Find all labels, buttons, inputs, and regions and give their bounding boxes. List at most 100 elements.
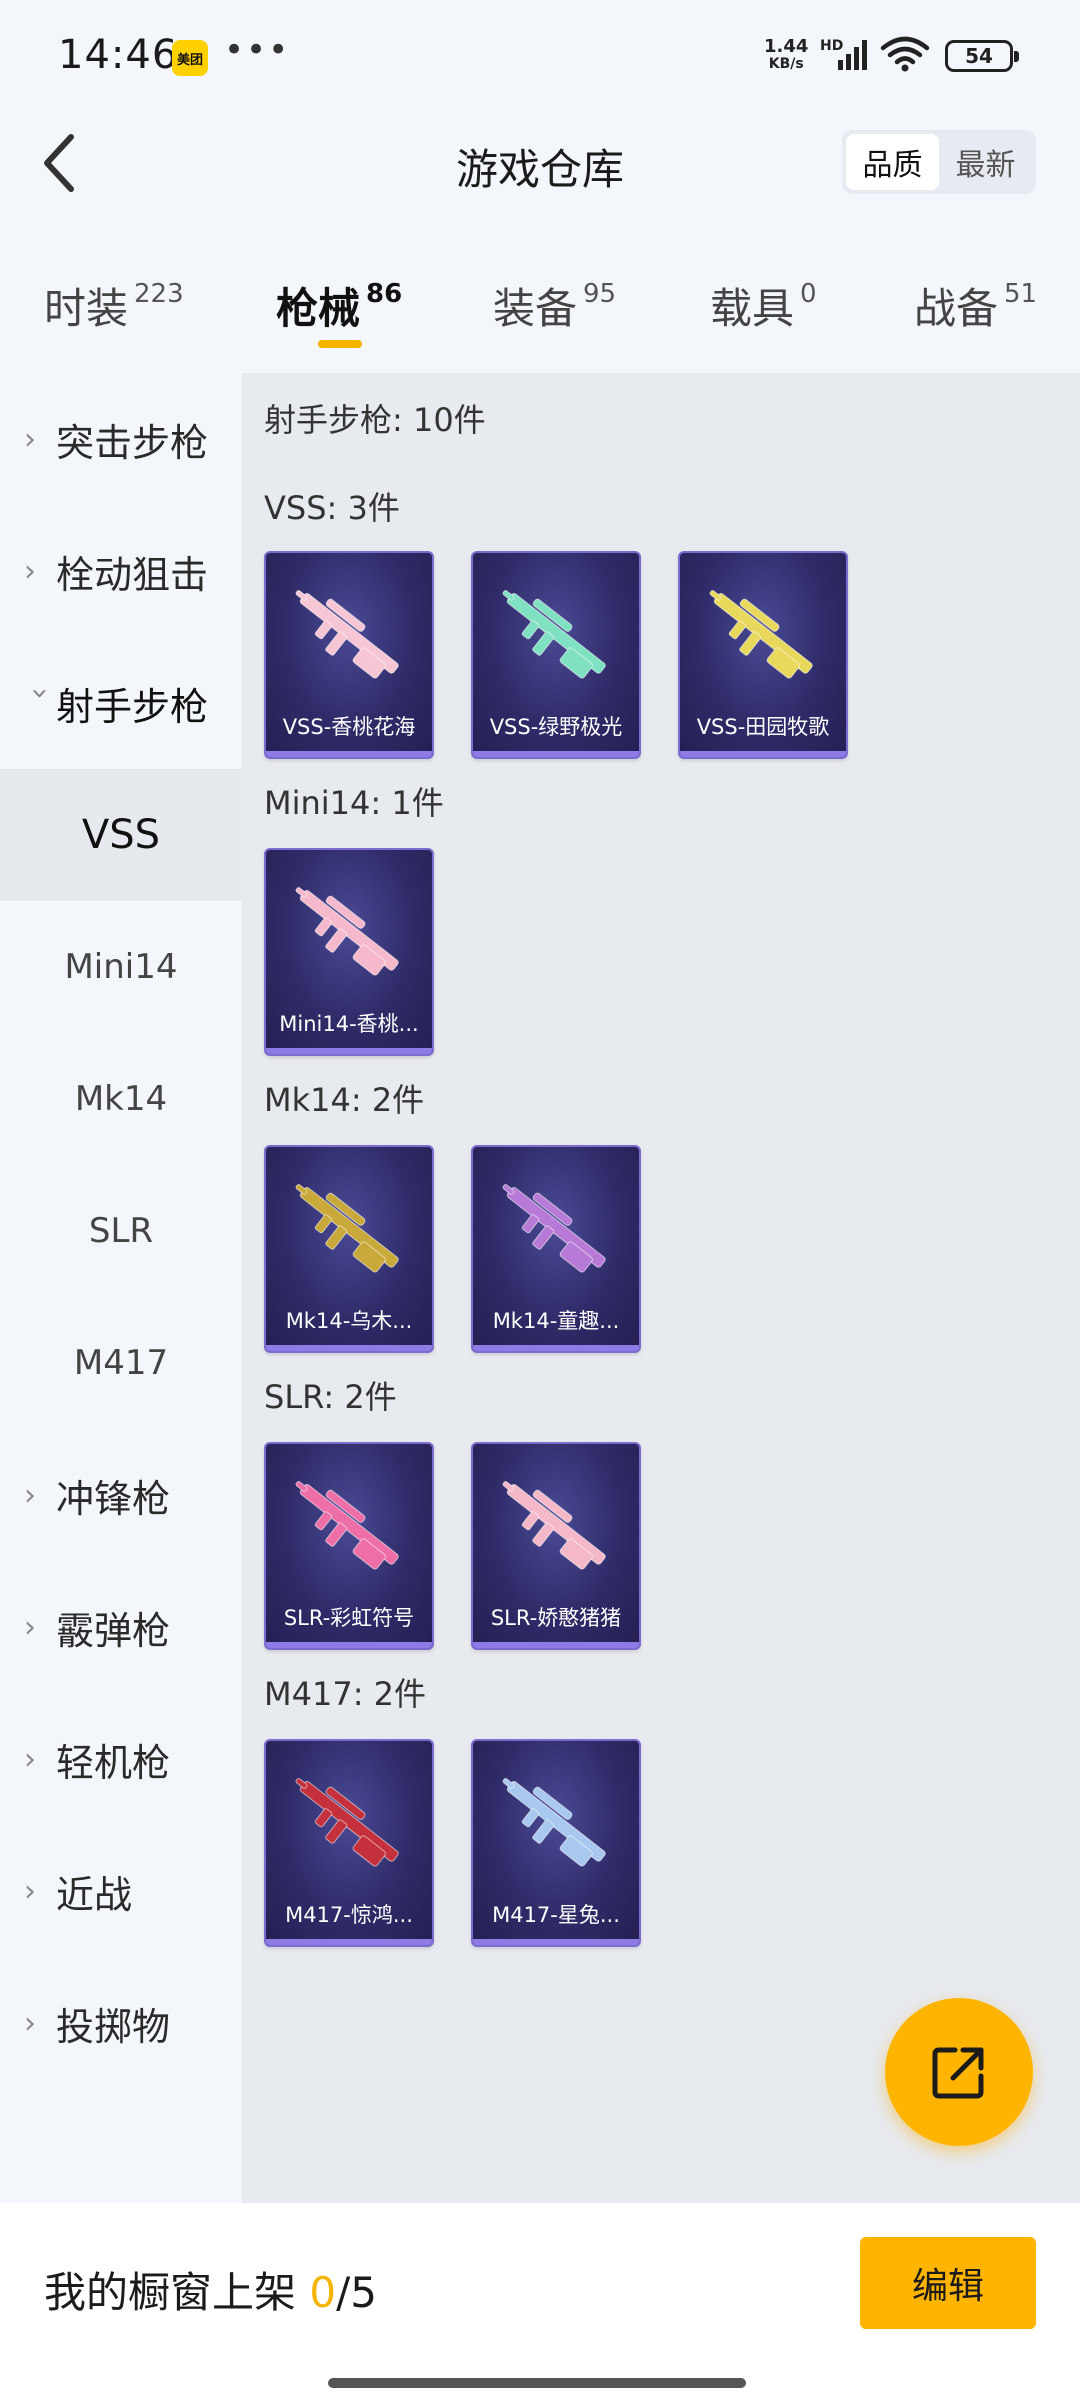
weapon-skin-image (502, 590, 606, 679)
weapon-type-sidebar: › 突击步枪 › 栓动狙击 › 射手步枪 VSS Mini14 Mk14 SLR M4… (0, 373, 242, 2203)
sidebar-item-lmg[interactable]: › 轻机枪 (0, 1693, 242, 1825)
wifi-icon (880, 36, 930, 72)
network-speed-value: 1.44 (764, 36, 809, 57)
edit-button[interactable]: 编辑 (860, 2237, 1036, 2329)
sidebar-item-label: 突击步枪 (56, 420, 209, 465)
showcase-label: 我的橱窗上架 (44, 2268, 297, 2317)
weapon-card-name: VSS-绿野极光 (489, 715, 623, 739)
tab-label: 载具 (710, 284, 795, 333)
tab-count: 223 (134, 279, 184, 309)
showcase-current-count: 0 (309, 2268, 337, 2317)
chevron-right-icon: › (24, 553, 36, 589)
tab-firearms[interactable]: 枪械 86 (276, 275, 402, 336)
section-label-m417: M417: 2件 (264, 1675, 427, 1713)
weapon-card[interactable]: SLR-娇憨猪猪 (471, 1442, 641, 1650)
more-notifications-icon: ••• (224, 30, 291, 70)
sidebar-item-vss[interactable]: VSS (0, 769, 242, 901)
tab-count: 95 (583, 279, 617, 309)
chevron-right-icon: › (24, 1741, 36, 1777)
chevron-right-icon: › (24, 1873, 36, 1909)
tab-count: 86 (366, 279, 403, 309)
battery-icon: 54 (945, 40, 1019, 72)
weapon-card-name: VSS-田园牧歌 (696, 715, 830, 739)
sidebar-item-mk14[interactable]: Mk14 (0, 1033, 242, 1165)
weapon-card[interactable]: Mk14-乌木... (264, 1145, 434, 1353)
weapon-card[interactable]: VSS-绿野极光 (471, 551, 641, 759)
chevron-right-icon: › (24, 421, 36, 457)
weapon-skin-image (295, 1184, 399, 1273)
tab-label: 装备 (493, 284, 578, 333)
sidebar-item-bolt-action-sniper[interactable]: › 栓动狙击 (0, 505, 242, 637)
weapon-card[interactable]: VSS-田园牧歌 (678, 551, 848, 759)
chevron-right-icon: › (24, 1477, 36, 1513)
sidebar-item-mini14[interactable]: Mini14 (0, 901, 242, 1033)
sidebar-item-throwables[interactable]: › 投掷物 (0, 1957, 242, 2089)
share-button[interactable] (885, 1998, 1033, 2146)
sidebar-item-marksman-rifle[interactable]: › 射手步枪 (0, 637, 242, 769)
weapon-card[interactable]: M417-惊鸿... (264, 1739, 434, 1947)
section-label-mini14: Mini14: 1件 (264, 784, 444, 822)
weapon-skin-image (295, 1481, 399, 1570)
weapon-card[interactable]: VSS-香桃花海 (264, 551, 434, 759)
tab-label: 战备 (914, 284, 999, 333)
tab-label: 枪械 (276, 284, 361, 333)
weapon-skin-image (295, 887, 399, 976)
weapon-grid-panel: 射手步枪: 10件 VSS: 3件 VSS-香桃花海 VSS-绿野极光 VSS-… (242, 373, 1080, 2203)
tab-fashion[interactable]: 时装 223 (44, 275, 184, 336)
weapon-card-name: Mk14-乌木... (285, 1309, 413, 1333)
weapon-card-name: VSS-香桃花海 (282, 715, 416, 739)
tab-equipment[interactable]: 装备 95 (493, 275, 616, 336)
weapon-card-name: M417-星兔... (492, 1903, 620, 1927)
weapon-card-name: SLR-娇憨猪猪 (490, 1606, 622, 1630)
tab-label: 时装 (44, 284, 129, 333)
home-indicator[interactable] (328, 2378, 746, 2388)
sidebar-item-m417[interactable]: M417 (0, 1297, 242, 1429)
showcase-total: /5 (336, 2268, 377, 2317)
weapon-skin-image (502, 1184, 606, 1273)
sort-latest-button[interactable]: 最新 (939, 134, 1032, 190)
sidebar-item-label: 冲锋枪 (56, 1476, 171, 1521)
section-label-mk14: Mk14: 2件 (264, 1081, 425, 1119)
sidebar-item-melee[interactable]: › 近战 (0, 1825, 242, 1957)
section-label-vss: VSS: 3件 (264, 489, 400, 527)
weapon-skin-image (295, 1778, 399, 1867)
showcase-status: 我的橱窗上架 0/5 (44, 2259, 377, 2320)
network-speed-unit: KB/s (768, 56, 804, 72)
weapon-card[interactable]: SLR-彩虹符号 (264, 1442, 434, 1650)
battery-level: 54 (965, 44, 993, 68)
weapon-card-name: SLR-彩虹符号 (283, 1606, 415, 1630)
bottom-bar: 我的橱窗上架 0/5 编辑 (0, 2203, 1080, 2400)
weapon-card-name: Mk14-童趣... (492, 1309, 620, 1333)
sidebar-item-slr[interactable]: SLR (0, 1165, 242, 1297)
sidebar-item-label: 射手步枪 (56, 684, 209, 729)
active-tab-indicator (318, 340, 362, 348)
sidebar-item-shotgun[interactable]: › 霰弹枪 (0, 1561, 242, 1693)
tab-count: 0 (800, 279, 817, 309)
weapon-skin-image (502, 1481, 606, 1570)
category-tabs: 时装 223 枪械 86 装备 95 载具 0 战备 51 (0, 255, 1080, 355)
weapon-card[interactable]: M417-星兔... (471, 1739, 641, 1947)
meituan-app-icon: 美团 (172, 40, 208, 76)
weapon-skin-image (502, 1778, 606, 1867)
chevron-right-icon: › (24, 2005, 36, 2041)
sort-toggle: 品质 最新 (842, 130, 1036, 194)
sidebar-item-label: 霰弹枪 (56, 1608, 171, 1653)
category-count-label: 射手步枪: 10件 (264, 401, 486, 439)
sidebar-item-smg[interactable]: › 冲锋枪 (0, 1429, 242, 1561)
weapon-card-name: M417-惊鸿... (285, 1903, 413, 1927)
sidebar-item-label: 轻机枪 (56, 1740, 171, 1785)
tab-combat-supplies[interactable]: 战备 51 (914, 275, 1037, 336)
chevron-down-icon: › (22, 687, 58, 699)
weapon-card[interactable]: Mini14-香桃... (264, 848, 434, 1056)
sidebar-item-assault-rifle[interactable]: › 突击步枪 (0, 373, 242, 505)
sort-quality-button[interactable]: 品质 (846, 134, 939, 190)
chevron-right-icon: › (24, 1609, 36, 1645)
weapon-skin-image (709, 590, 813, 679)
signal-icon (838, 40, 867, 70)
network-speed: 1.44 KB/s (764, 36, 809, 73)
top-header: 游戏仓库 品质 最新 (0, 110, 1080, 220)
weapon-card[interactable]: Mk14-童趣... (471, 1145, 641, 1353)
tab-vehicles[interactable]: 载具 0 (710, 275, 817, 336)
section-label-slr: SLR: 2件 (264, 1378, 397, 1416)
tab-count: 51 (1004, 279, 1038, 309)
